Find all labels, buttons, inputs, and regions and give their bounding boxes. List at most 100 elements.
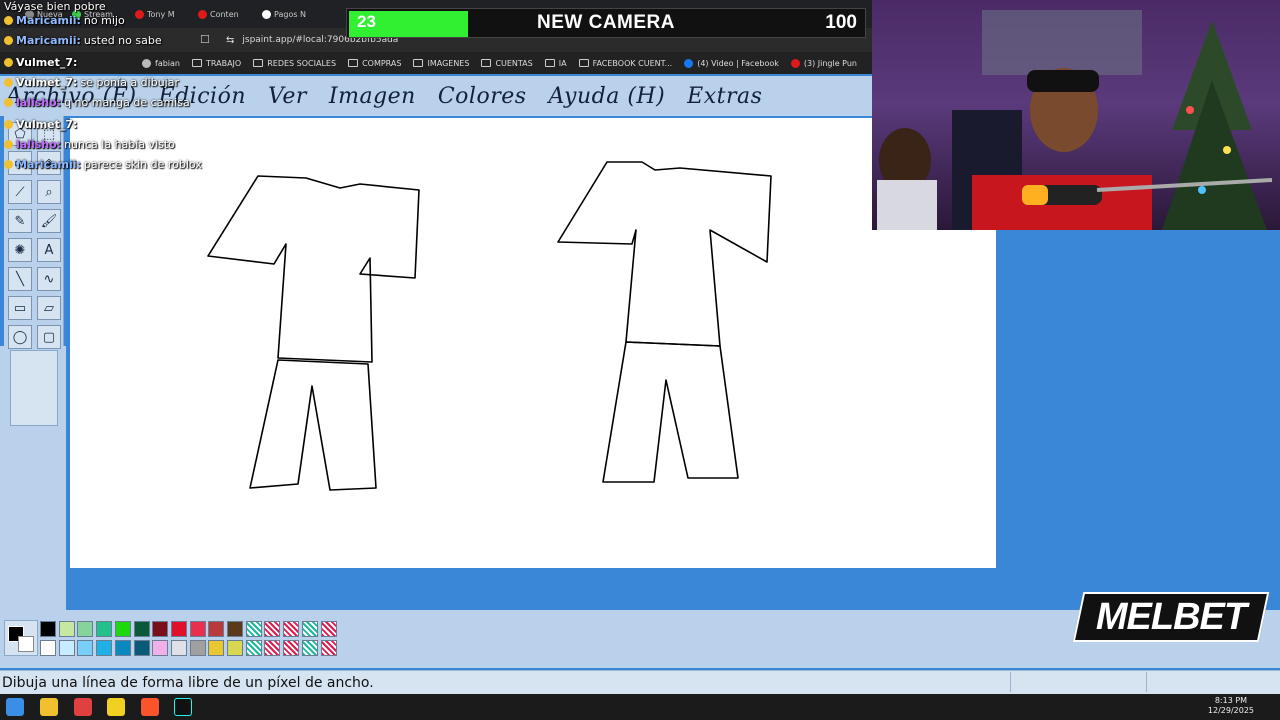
palette-swatch[interactable] [283, 640, 300, 656]
airbrush-tool[interactable]: ✺ [8, 238, 32, 262]
ellipse-tool[interactable]: ◯ [8, 325, 32, 349]
palette-swatch[interactable] [245, 640, 262, 656]
tiktok-icon[interactable] [174, 698, 192, 716]
background-color-swatch[interactable] [18, 636, 34, 652]
palette-swatch[interactable] [208, 621, 225, 637]
fill-tool[interactable]: ◈ [37, 151, 61, 175]
palette-swatch[interactable] [189, 640, 206, 656]
chrome-icon[interactable] [74, 698, 92, 716]
folder-icon [348, 59, 359, 67]
bookmark-item[interactable]: TRABAJO [192, 59, 241, 68]
status-divider [1146, 672, 1147, 692]
brush-tool[interactable]: 🖌 [37, 209, 61, 233]
palette-swatch[interactable] [152, 640, 169, 656]
palette-swatch[interactable] [114, 621, 131, 637]
palette-swatch[interactable] [301, 621, 318, 637]
browser-tab[interactable]: Nueva [25, 6, 63, 22]
menu-2[interactable]: Ver [268, 84, 307, 109]
rounded-rectangle-tool[interactable]: ▢ [37, 325, 61, 349]
bookmark-item[interactable]: REDES SOCIALES [253, 59, 336, 68]
bookmarks-bar: fabian TRABAJO REDES SOCIALES COMPRAS IMAGEN… [0, 52, 872, 74]
bookmark-label: fabian [155, 58, 180, 68]
bookmark-item[interactable]: fabian [142, 58, 180, 68]
palette-swatch[interactable] [152, 621, 169, 637]
browser-tab[interactable]: Pagos N [262, 6, 306, 22]
palette-swatch[interactable] [227, 640, 243, 656]
status-divider [1010, 672, 1011, 692]
bookmark-item[interactable]: FACEBOOK CUENT... [578, 58, 673, 68]
palette-swatch[interactable] [208, 640, 225, 656]
palette-swatch[interactable] [58, 621, 75, 637]
taskbar-clock[interactable]: 8:13 PM 12/29/2025 [1208, 696, 1254, 716]
bookmark-item[interactable]: IA [544, 59, 567, 68]
menu-4[interactable]: Colores [438, 84, 527, 109]
palette-swatch[interactable] [40, 640, 56, 656]
polygon-tool[interactable]: ▱ [37, 296, 61, 320]
windows-start-icon[interactable] [6, 698, 24, 716]
text-tool[interactable]: A [37, 238, 61, 262]
palette-swatch[interactable] [77, 640, 94, 656]
palette-swatch[interactable] [170, 640, 187, 656]
tab-favicon-icon [25, 9, 34, 19]
palette-swatch[interactable] [227, 621, 243, 637]
bookmark-star-icon[interactable]: ☐ [200, 33, 210, 46]
menu-5[interactable]: Ayuda (H) [549, 84, 666, 109]
palette-swatch[interactable] [264, 640, 281, 656]
menu-0[interactable]: Archivo (F) [6, 84, 137, 109]
palette-swatch[interactable] [301, 640, 318, 656]
brave-icon[interactable] [141, 698, 159, 716]
webcam-overlay [872, 0, 1280, 230]
palette-swatch[interactable] [283, 621, 300, 637]
bookmark-item[interactable]: CUENTAS [481, 59, 533, 68]
rectangle-tool[interactable]: ▭ [8, 296, 32, 320]
palette-swatch[interactable] [189, 621, 206, 637]
drawing-canvas[interactable] [70, 118, 996, 568]
palette-swatch[interactable] [96, 640, 113, 656]
palette-swatch[interactable] [114, 640, 131, 656]
site-info-icon[interactable]: ⇆ [226, 35, 234, 46]
pencil-tool[interactable]: ✎ [8, 209, 32, 233]
palette-swatch[interactable] [170, 621, 187, 637]
tab-favicon-icon [72, 9, 81, 19]
palette-swatch[interactable] [96, 621, 113, 637]
bookmark-label: FACEBOOK CUENT... [592, 58, 673, 68]
folder-icon [481, 59, 492, 67]
menu-1[interactable]: Edición [159, 84, 246, 109]
status-bar: Dibuja una línea de forma libre de un pí… [0, 670, 1280, 694]
line-tool[interactable]: ╲ [8, 267, 32, 291]
free-select-tool[interactable]: ⬠ [8, 122, 32, 146]
browser-tab[interactable]: Tony M [135, 6, 175, 22]
sticky-notes-icon[interactable] [107, 698, 125, 716]
file-explorer-icon[interactable] [40, 698, 58, 716]
palette-swatch[interactable] [40, 621, 56, 637]
bookmark-item[interactable]: (3) Jingle Pun [790, 58, 857, 68]
palette-swatch[interactable] [133, 621, 150, 637]
bookmark-item[interactable]: (4) Video | Facebook [684, 58, 779, 68]
eraser-tool[interactable]: ▭ [8, 151, 32, 175]
folder-icon [253, 59, 264, 67]
browser-tab[interactable]: Stream [72, 6, 113, 22]
curve-tool[interactable]: ∿ [37, 267, 61, 291]
magnifier-tool[interactable]: ⌕ [37, 180, 61, 204]
bookmark-label: (3) Jingle Pun [803, 58, 857, 68]
right-pants [602, 341, 739, 483]
folder-icon [578, 59, 589, 67]
palette-swatch[interactable] [264, 621, 281, 637]
palette-swatch[interactable] [320, 621, 337, 637]
bookmark-item[interactable]: IMAGENES [413, 59, 469, 68]
menu-3[interactable]: Imagen [329, 84, 416, 109]
browser-tab[interactable]: Conten [198, 6, 239, 22]
palette-swatch[interactable] [77, 621, 94, 637]
bookmark-item[interactable]: COMPRAS [348, 59, 401, 68]
tab-favicon-icon [262, 9, 271, 19]
palette-swatch[interactable] [245, 621, 262, 637]
palette-swatch[interactable] [133, 640, 150, 656]
menu-6[interactable]: Extras [687, 84, 762, 109]
line-icon: ╲ [16, 271, 24, 287]
bookmark-label: IMAGENES [427, 58, 470, 68]
tool-options[interactable] [10, 350, 58, 426]
palette-swatch[interactable] [320, 640, 337, 656]
color-picker-tool[interactable]: ⟋ [8, 180, 32, 204]
select-tool[interactable]: ⬚ [37, 122, 61, 146]
palette-swatch[interactable] [58, 640, 75, 656]
